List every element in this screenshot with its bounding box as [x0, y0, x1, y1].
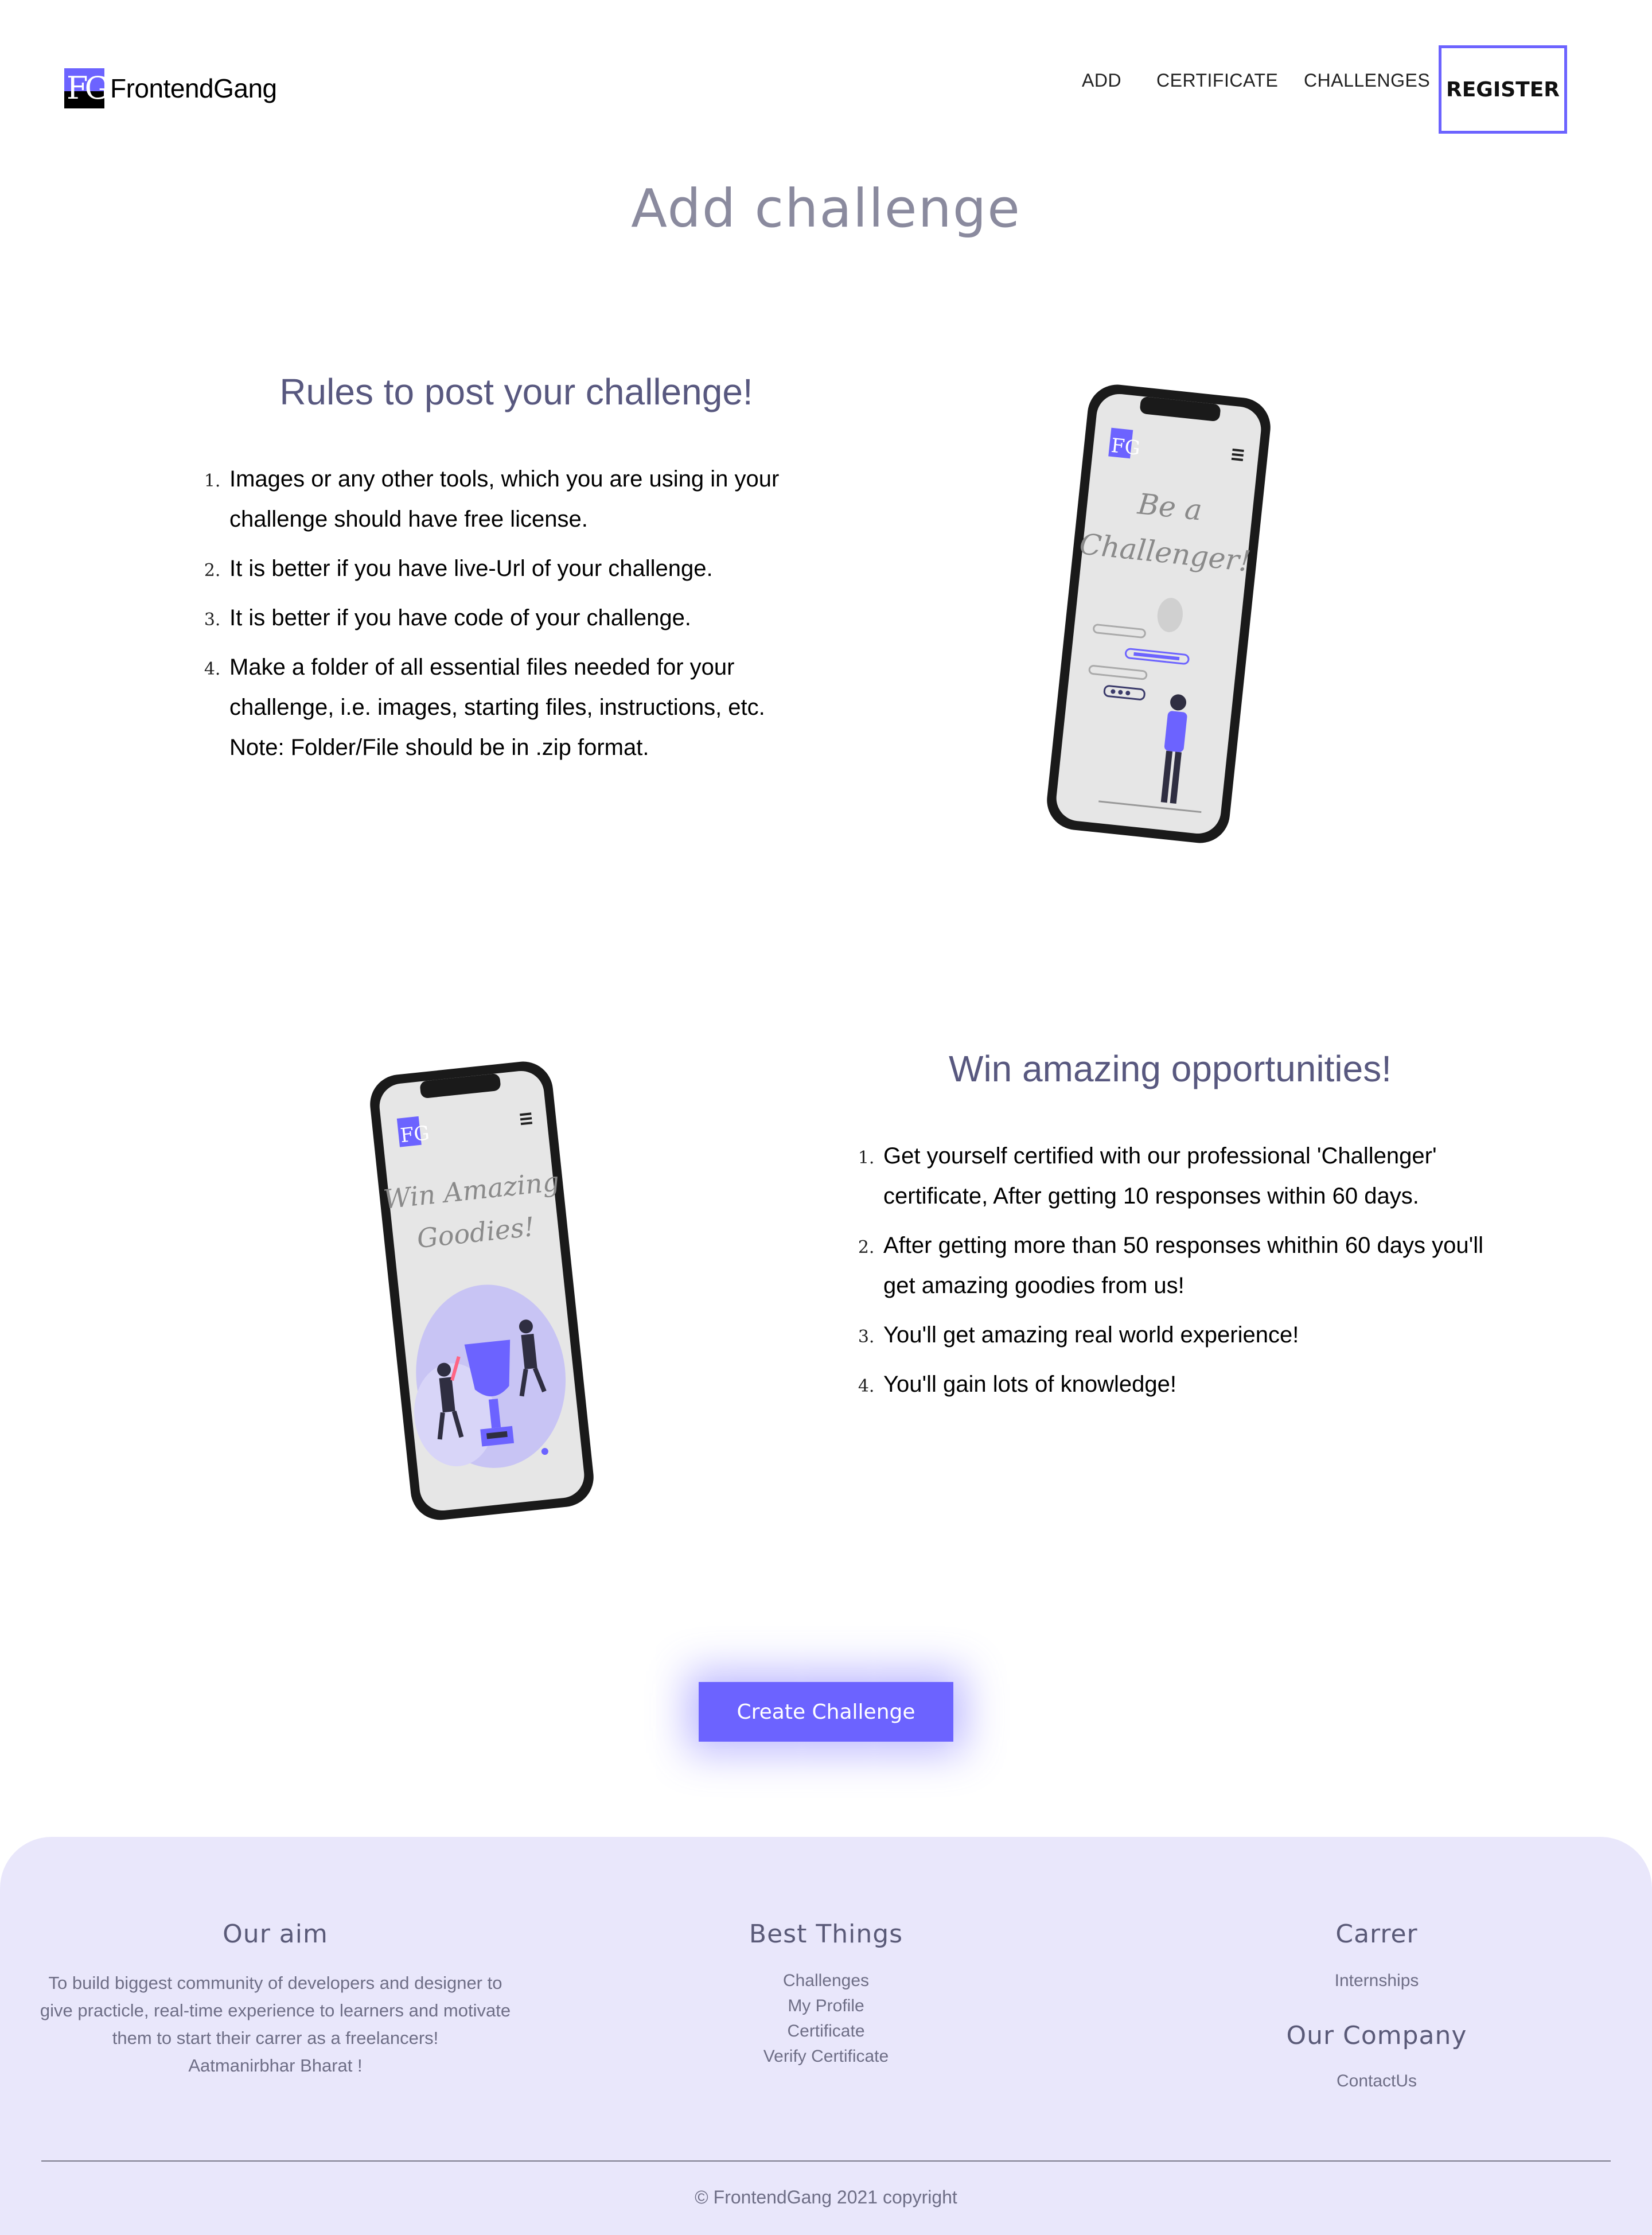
- svg-text:FG: FG: [399, 1122, 431, 1147]
- list-item: It is better if you have live-Url of you…: [226, 548, 800, 589]
- list-item: It is better if you have code of your ch…: [226, 598, 800, 638]
- page-title: Add challenge: [631, 178, 1021, 239]
- list-item: Make a folder of all essential files nee…: [226, 647, 800, 768]
- footer-divider: [41, 2160, 1611, 2162]
- footer-best-things: Best Things Challenges My Profile Certif…: [654, 1919, 998, 2069]
- footer-link-contactus[interactable]: ContactUs: [1205, 2069, 1549, 2094]
- rules-list: Images or any other tools, which you are…: [204, 459, 800, 777]
- footer-carrer: Carrer Internships Our Company ContactUs: [1205, 1919, 1549, 2094]
- footer-aim-heading: Our aim: [223, 1919, 328, 1949]
- footer-link-verify-certificate[interactable]: Verify Certificate: [654, 2044, 998, 2069]
- logo[interactable]: FG FrontendGang: [64, 68, 277, 108]
- footer-link-my-profile[interactable]: My Profile: [654, 1993, 998, 2019]
- footer-link-internships[interactable]: Internships: [1205, 1968, 1549, 1993]
- svg-text:Be a: Be a: [1136, 487, 1203, 527]
- logo-text: FrontendGang: [110, 73, 277, 103]
- list-item: You'll gain lots of knowledge!: [880, 1364, 1488, 1404]
- nav-certificate[interactable]: CERTIFICATE: [1156, 70, 1278, 91]
- footer-link-certificate[interactable]: Certificate: [654, 2019, 998, 2044]
- footer-link-challenges[interactable]: Challenges: [654, 1968, 998, 1993]
- phone-illustration-goodies: FG Win Amazing Goodies!: [370, 1061, 594, 1520]
- nav-add[interactable]: ADD: [1082, 70, 1121, 91]
- footer-carrer-heading: Carrer: [1335, 1919, 1418, 1949]
- logo-mark: FG: [64, 68, 104, 108]
- list-item: After getting more than 50 responses whi…: [880, 1225, 1488, 1306]
- zip-note: Note: Folder/File should be in .zip form…: [229, 735, 649, 760]
- footer-company-heading: Our Company: [1286, 2021, 1467, 2050]
- svg-text:FG: FG: [1110, 434, 1141, 460]
- register-button[interactable]: REGISTER: [1439, 45, 1567, 134]
- rules-heading: Rules to post your challenge!: [279, 371, 753, 412]
- create-challenge-button[interactable]: Create Challenge: [699, 1682, 953, 1742]
- opportunities-heading: Win amazing opportunities!: [949, 1048, 1392, 1089]
- list-item: Images or any other tools, which you are…: [226, 459, 800, 539]
- footer-best-things-heading: Best Things: [749, 1919, 903, 1949]
- list-item: You'll get amazing real world experience…: [880, 1315, 1488, 1355]
- footer-aim: Our aim To build biggest community of de…: [34, 1919, 516, 2080]
- footer-aim-tagline: Aatmanirbhar Bharat !: [188, 2055, 363, 2076]
- copyright: © FrontendGang 2021 copyright: [695, 2187, 957, 2207]
- opportunities-list: Get yourself certified with our professi…: [858, 1136, 1488, 1414]
- phone-illustration-challenger: FG Be a Challenger!: [1047, 384, 1271, 843]
- footer-aim-text: To build biggest community of developers…: [40, 1973, 511, 2048]
- nav-challenges[interactable]: CHALLENGES: [1304, 70, 1430, 91]
- list-item: Get yourself certified with our professi…: [880, 1136, 1488, 1216]
